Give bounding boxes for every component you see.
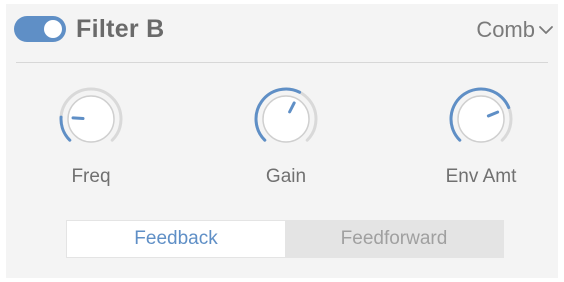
env-amt-knob[interactable]	[448, 86, 514, 152]
filter-enable-toggle[interactable]	[14, 16, 66, 42]
filter-header: Filter B Comb	[6, 4, 558, 56]
feedback-mode-selector: Feedback Feedforward	[66, 220, 504, 258]
segment-feedback[interactable]: Feedback	[67, 221, 285, 257]
freq-knob[interactable]	[58, 86, 124, 152]
header-divider	[16, 62, 548, 63]
gain-knob[interactable]	[253, 86, 319, 152]
knob-pointer	[71, 116, 85, 120]
knob-freq: Freq	[36, 86, 146, 196]
knob-body	[457, 95, 505, 143]
filter-panel: Filter B Comb Freq Gain Env Amt Feedback…	[6, 4, 558, 278]
knob-label-gain: Gain	[265, 166, 307, 187]
filter-mode-value: Comb	[476, 17, 535, 42]
knob-env-amt: Env Amt	[426, 86, 536, 196]
chevron-down-icon	[539, 26, 553, 34]
knob-label-env-amt: Env Amt	[445, 166, 517, 187]
filter-mode-dropdown[interactable]: Comb	[476, 16, 554, 44]
knob-gain: Gain	[231, 86, 341, 196]
toggle-knob	[44, 20, 62, 38]
knob-label-freq: Freq	[71, 166, 111, 187]
knob-body	[262, 95, 310, 143]
filter-title: Filter B	[76, 15, 165, 43]
segment-feedforward[interactable]: Feedforward	[285, 221, 503, 257]
